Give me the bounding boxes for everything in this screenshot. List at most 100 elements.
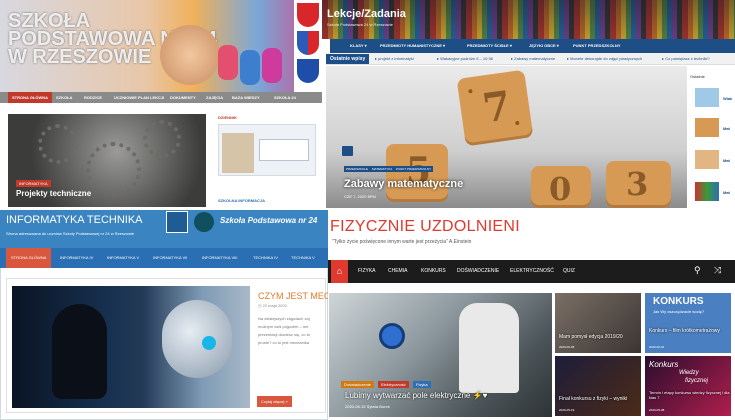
- post-caption[interactable]: Projekty techniczne: [16, 189, 91, 198]
- login-form: [259, 139, 309, 161]
- ticker-item[interactable]: ▸ projekt z informatyki: [375, 54, 414, 64]
- tile-title[interactable]: Mam pomysł edycja 2019/20: [559, 334, 623, 340]
- camera-icon: [342, 146, 353, 156]
- post-chip[interactable]: Doświadczenie: [341, 381, 374, 388]
- sidebar-title: DZIENNIK: [218, 115, 237, 120]
- post-thumbnail[interactable]: [695, 118, 719, 137]
- nav-tab-physics[interactable]: FIZYKA: [355, 260, 379, 283]
- main-post-meta: 2020-06-15 Sylwia Burek: [345, 404, 390, 409]
- painted-hand: [262, 48, 282, 83]
- school-hero-banner: SZKOŁA PODSTAWOWA NR 24 W RZESZOWIE: [0, 0, 322, 92]
- ticker-item[interactable]: ▸ Zabawy matematyczne: [511, 54, 555, 64]
- nav-tab-it-5[interactable]: INFORMATYKA V: [102, 248, 144, 268]
- nav-tab-classes[interactable]: ZAJĘCIA: [202, 92, 227, 103]
- nav-tab-documents[interactable]: DOKUMENTY: [166, 92, 200, 103]
- site-title[interactable]: Lekcje/Zadania: [327, 8, 406, 20]
- tile-title[interactable]: Termin i etapy konkursu wiedzy fizycznej…: [649, 390, 733, 400]
- ticker-item[interactable]: ▸ Wakacyjne podróże 5 – 10:36: [437, 54, 493, 64]
- poland-eagle-icon: [297, 3, 319, 27]
- main-post-title[interactable]: Lubimy wytwarzać pole elektryczne ⚡♥: [345, 391, 487, 400]
- post-tile[interactable]: KONKURS Jak Wy oszczędzacie wodę? Konkur…: [645, 293, 731, 353]
- nav-tab-sciences[interactable]: PRZEDMIOTY ŚCISŁE ▾: [462, 39, 517, 53]
- site-subtitle: Strona adresowana do uczniów Szkoły Pods…: [6, 231, 135, 236]
- post-tile[interactable]: Mam pomysł edycja 2019/20 2020-06-05: [555, 293, 641, 353]
- gear-icon: [86, 142, 141, 197]
- nav-tab-languages[interactable]: JĘZYKI OBCE ▾: [524, 39, 564, 53]
- nav-tab-school[interactable]: SZKOŁA: [52, 92, 76, 103]
- tile-title[interactable]: Konkurs – film krótkometrażowy: [649, 328, 729, 334]
- site-quote: "Tylko życie poświęcone innym warte jest…: [332, 239, 472, 245]
- tile-title[interactable]: Finał konkursu z fizyki – wyniki: [559, 396, 643, 402]
- robot-eye-icon: [202, 336, 216, 350]
- cracker-digit: 7: [479, 82, 514, 133]
- cracker-digit: 0: [549, 170, 572, 208]
- read-more-button[interactable]: Czytaj więcej »: [257, 396, 292, 407]
- nav-tab-chemistry[interactable]: CHEMIA: [385, 260, 410, 283]
- post-tile[interactable]: Finał konkursu z fizyki – wyniki 2020-05…: [555, 356, 641, 416]
- post-chip[interactable]: Elektryczność: [378, 381, 409, 388]
- post-thumb-title[interactable]: Mat: [723, 190, 730, 195]
- post-thumb-title[interactable]: Mat: [723, 158, 730, 163]
- post-chip[interactable]: Fizyka: [413, 381, 431, 388]
- ticker-item[interactable]: ▸ Monete dekorajde do zajęć plastycznych: [567, 54, 642, 64]
- school-logo-icon: [194, 212, 214, 232]
- nav-tab-humanities[interactable]: PRZEDMIOTY HUMANISTYCZNE ▾: [375, 39, 450, 53]
- dziennik-screenshot[interactable]: [218, 124, 316, 176]
- tile-date: 2020-06-05: [559, 345, 575, 349]
- post-chip[interactable]: PUNKT PRZEDSZKOLNY: [394, 166, 434, 172]
- shuffle-icon[interactable]: ⤨: [714, 265, 721, 276]
- nav-tab-tech-4[interactable]: TECHNIKA IV: [248, 248, 283, 268]
- nav-tab-school24[interactable]: SZKOŁA 24: [270, 92, 300, 103]
- nav-tab-it-8[interactable]: INFORMATYKA VIII: [197, 248, 243, 268]
- nav-tab-home[interactable]: STRONA GŁÓWNA: [6, 248, 52, 268]
- post-thumbnail[interactable]: [695, 88, 719, 107]
- cracker-tile: 3: [606, 161, 671, 208]
- post-thumbnail[interactable]: [695, 182, 719, 201]
- home-icon[interactable]: ⌂: [331, 260, 348, 283]
- cracker-tile: 7: [456, 69, 534, 147]
- monitor-logo-icon: [166, 211, 188, 233]
- wimshurst-machine: [379, 323, 405, 349]
- sidebar-section-label: SZKOLNA INFORMACJA: [218, 198, 265, 203]
- cracker-tile: 5: [386, 144, 448, 202]
- nav-tab-classes[interactable]: KLASY ▾: [345, 39, 372, 53]
- coat-of-arms-column: [294, 0, 322, 92]
- lab-coat-person: [459, 303, 519, 393]
- nav-tab-it-4[interactable]: INFORMATYKA IV: [55, 248, 98, 268]
- nav-tab-it-7[interactable]: INFORMATYKA VII: [148, 248, 192, 268]
- nav-tab-electricity[interactable]: ELEKTRYCZNOŚĆ: [507, 260, 557, 283]
- post-thumb-title[interactable]: Wiak: [723, 96, 732, 101]
- post-thumbnail[interactable]: [695, 150, 719, 169]
- post-chip[interactable]: PRZEDSZKOLE: [344, 166, 371, 172]
- nav-tab-knowledge[interactable]: BAZA WIEDZY: [228, 92, 264, 103]
- nav-tab-experiment[interactable]: DOŚWIADCZENIE: [454, 260, 502, 283]
- cracker-tile: 0: [531, 166, 591, 208]
- school-logo-text: Szkoła Podstawowa nr 24: [220, 216, 318, 225]
- woman-silhouette: [52, 304, 107, 399]
- post-chip[interactable]: MATEMATYKA: [370, 166, 395, 172]
- post-tile[interactable]: Konkurs Wiedzy fizycznej Termin i etapy …: [645, 356, 731, 416]
- nav-tab-parents[interactable]: RODZICE: [80, 92, 106, 103]
- post-thumb-title[interactable]: Mat: [723, 126, 730, 131]
- site-title[interactable]: INFORMATYKA TECHNIKA: [6, 214, 143, 226]
- category-badge[interactable]: INFORMATYKA: [16, 180, 51, 187]
- ticker-label: Ostatnie wpisy: [326, 54, 370, 64]
- search-icon[interactable]: ⚲: [694, 265, 701, 276]
- gear-icon: [143, 120, 181, 158]
- child-photo: [160, 25, 220, 85]
- nav-tab-quiz[interactable]: QUIZ: [560, 260, 578, 283]
- painted-hand: [218, 45, 238, 80]
- nav-tab-contest[interactable]: KONKURS: [418, 260, 449, 283]
- nav-tab-tech-5[interactable]: TECHNIKA V: [286, 248, 320, 268]
- nav-tab-preschool[interactable]: PUNKT PRZEDSZKOLNY: [568, 39, 626, 53]
- city-crest-icon: [297, 59, 319, 83]
- article-text: możnym dziś pojęciem – me: [258, 324, 309, 329]
- article-date: ◷ 22 maja 2020: [258, 303, 287, 308]
- nav-tab-schedule[interactable]: PLAN LEKCJI: [134, 92, 168, 103]
- robot-and-woman-image[interactable]: [12, 286, 250, 408]
- hero-post-title[interactable]: Zabawy matematyczne: [344, 178, 463, 190]
- site-title[interactable]: FIZYCZNIE UZDOLNIENI: [330, 218, 520, 236]
- ticker-item[interactable]: ▸ Co pamiętasz z techniki?: [662, 54, 732, 64]
- cracker-hole: [468, 88, 473, 94]
- nav-tab-home[interactable]: STRONA GŁÓWNA: [8, 92, 53, 103]
